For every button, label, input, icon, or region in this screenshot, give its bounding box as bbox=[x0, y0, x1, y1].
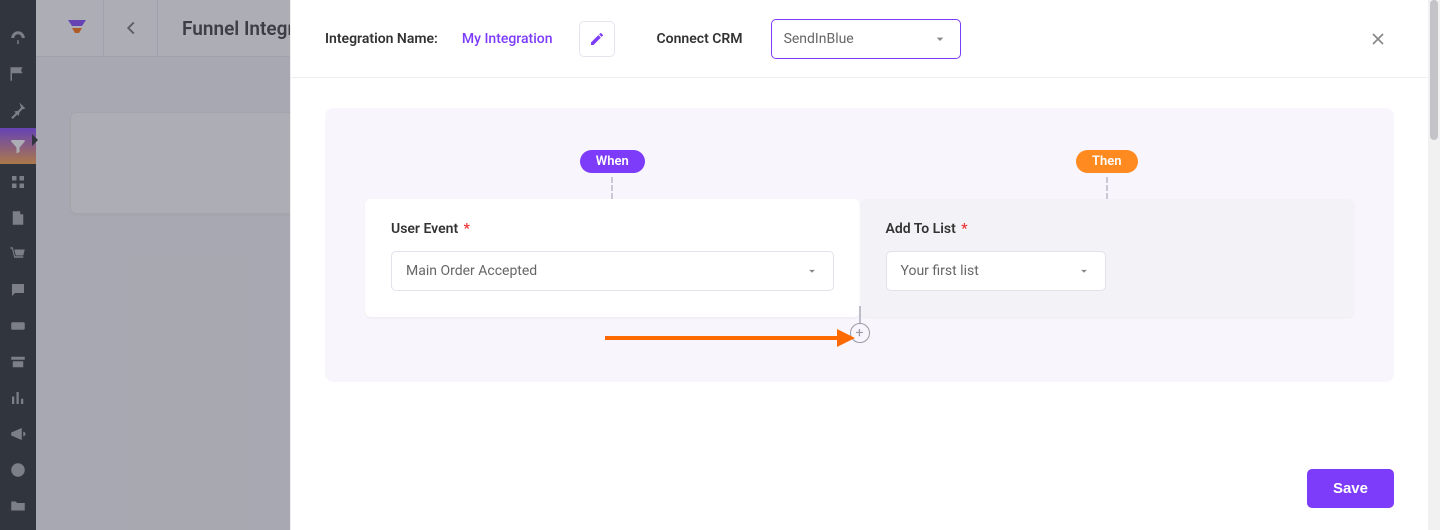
required-mark: * bbox=[464, 221, 470, 237]
chevron-down-icon bbox=[1077, 264, 1091, 278]
edit-name-button[interactable] bbox=[579, 21, 615, 57]
then-pill: Then bbox=[1076, 150, 1138, 173]
modal-body: When Then User Event * Main Order Accept… bbox=[291, 78, 1428, 447]
when-card: User Event * Main Order Accepted bbox=[365, 199, 860, 317]
flow-canvas: When Then User Event * Main Order Accept… bbox=[325, 108, 1394, 382]
integration-modal: Integration Name: My Integration Connect… bbox=[290, 0, 1428, 530]
user-event-select[interactable]: Main Order Accepted bbox=[391, 251, 834, 291]
save-button[interactable]: Save bbox=[1307, 469, 1394, 508]
scrollbar-thumb[interactable] bbox=[1430, 0, 1438, 140]
integration-name-value: My Integration bbox=[462, 31, 553, 47]
required-mark: * bbox=[961, 221, 967, 237]
modal-header: Integration Name: My Integration Connect… bbox=[291, 0, 1428, 78]
add-connector: + bbox=[850, 306, 870, 343]
integration-name-label: Integration Name: bbox=[325, 31, 438, 47]
add-to-list-select[interactable]: Your first list bbox=[886, 251, 1106, 291]
then-card: Add To List * Your first list bbox=[860, 199, 1355, 317]
modal-footer: Save bbox=[291, 447, 1428, 530]
when-card-title: User Event * bbox=[391, 221, 834, 237]
user-event-select-value: Main Order Accepted bbox=[406, 263, 537, 279]
close-icon bbox=[1368, 29, 1388, 49]
chevron-down-icon bbox=[932, 31, 948, 47]
add-to-list-select-value: Your first list bbox=[901, 263, 979, 279]
pencil-icon bbox=[589, 31, 605, 47]
close-button[interactable] bbox=[1362, 23, 1394, 55]
scrollbar[interactable] bbox=[1428, 0, 1440, 530]
chevron-down-icon bbox=[805, 264, 819, 278]
connect-crm-label: Connect CRM bbox=[657, 31, 743, 47]
crm-select-value: SendInBlue bbox=[784, 31, 854, 47]
annotation-arrow bbox=[605, 330, 855, 346]
then-card-title: Add To List * bbox=[886, 221, 1329, 237]
when-pill: When bbox=[580, 150, 645, 173]
add-step-button[interactable]: + bbox=[850, 323, 870, 343]
crm-select[interactable]: SendInBlue bbox=[771, 19, 961, 59]
then-connector bbox=[1106, 177, 1108, 199]
when-connector bbox=[611, 177, 613, 199]
